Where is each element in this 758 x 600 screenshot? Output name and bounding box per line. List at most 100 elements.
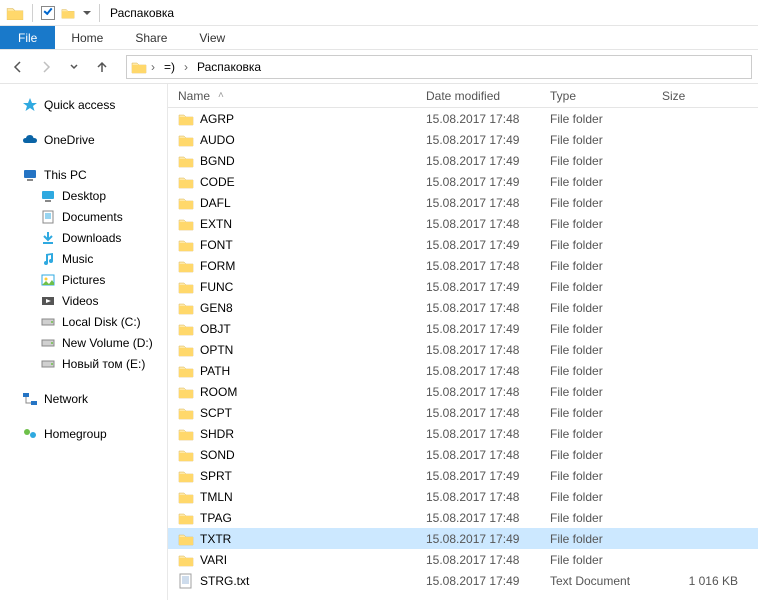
- documents-icon: [40, 209, 56, 225]
- nav-documents[interactable]: Documents: [0, 206, 167, 227]
- nav-onedrive[interactable]: OneDrive: [0, 129, 167, 150]
- file-row[interactable]: TPAG15.08.2017 17:48File folder: [168, 507, 758, 528]
- file-name: SOND: [200, 448, 235, 462]
- folder-icon: [178, 258, 194, 274]
- nav-pictures[interactable]: Pictures: [0, 269, 167, 290]
- folder-icon: [178, 468, 194, 484]
- column-type[interactable]: Type: [540, 89, 652, 103]
- file-date: 15.08.2017 17:48: [416, 448, 540, 462]
- file-row[interactable]: ROOM15.08.2017 17:48File folder: [168, 381, 758, 402]
- qat-properties-icon[interactable]: [41, 6, 55, 20]
- file-type: File folder: [540, 385, 652, 399]
- file-type: File folder: [540, 196, 652, 210]
- file-name: OBJT: [200, 322, 231, 336]
- chevron-right-icon[interactable]: ›: [182, 56, 190, 78]
- nav-homegroup[interactable]: Homegroup: [0, 423, 167, 444]
- tab-file[interactable]: File: [0, 26, 55, 49]
- nav-network[interactable]: Network: [0, 388, 167, 409]
- file-type: File folder: [540, 322, 652, 336]
- file-row[interactable]: TMLN15.08.2017 17:48File folder: [168, 486, 758, 507]
- file-row[interactable]: AGRP15.08.2017 17:48File folder: [168, 108, 758, 129]
- file-row[interactable]: GEN815.08.2017 17:48File folder: [168, 297, 758, 318]
- file-row[interactable]: OPTN15.08.2017 17:48File folder: [168, 339, 758, 360]
- file-row[interactable]: SOND 15.08.2017 17:48File folder: [168, 444, 758, 465]
- nav-downloads[interactable]: Downloads: [0, 227, 167, 248]
- sort-asc-icon: ˄: [218, 90, 224, 101]
- nav-label: This PC: [44, 168, 87, 182]
- file-name: AUDO: [200, 133, 235, 147]
- nav-drive[interactable]: Local Disk (C:): [0, 311, 167, 332]
- file-type: File folder: [540, 112, 652, 126]
- nav-videos[interactable]: Videos: [0, 290, 167, 311]
- videos-icon: [40, 293, 56, 309]
- desktop-icon: [40, 188, 56, 204]
- ribbon: File Home Share View: [0, 26, 758, 50]
- nav-label: Новый том (E:): [62, 357, 145, 371]
- column-size[interactable]: Size: [652, 89, 758, 103]
- file-row[interactable]: BGND15.08.2017 17:49File folder: [168, 150, 758, 171]
- forward-button[interactable]: [34, 55, 58, 79]
- up-button[interactable]: [90, 55, 114, 79]
- file-date: 15.08.2017 17:49: [416, 280, 540, 294]
- file-name: FORM: [200, 259, 235, 273]
- tab-home[interactable]: Home: [55, 26, 119, 49]
- file-row[interactable]: FORM15.08.2017 17:48File folder: [168, 255, 758, 276]
- file-row[interactable]: SCPT15.08.2017 17:48File folder: [168, 402, 758, 423]
- file-row[interactable]: TXTR15.08.2017 17:49File folder: [168, 528, 758, 549]
- file-row[interactable]: FONT15.08.2017 17:49File folder: [168, 234, 758, 255]
- nav-desktop[interactable]: Desktop: [0, 185, 167, 206]
- nav-music[interactable]: Music: [0, 248, 167, 269]
- qat-newfolder-icon[interactable]: [61, 6, 75, 20]
- file-row[interactable]: CODE15.08.2017 17:49File folder: [168, 171, 758, 192]
- file-row[interactable]: FUNC15.08.2017 17:49File folder: [168, 276, 758, 297]
- window-title: Распаковка: [110, 6, 174, 20]
- breadcrumb-item[interactable]: =): [159, 56, 180, 78]
- folder-icon: [178, 111, 194, 127]
- file-row[interactable]: AUDO15.08.2017 17:49File folder: [168, 129, 758, 150]
- file-date: 15.08.2017 17:48: [416, 301, 540, 315]
- file-type: File folder: [540, 427, 652, 441]
- file-row[interactable]: SPRT15.08.2017 17:49File folder: [168, 465, 758, 486]
- folder-icon: [178, 216, 194, 232]
- file-type: File folder: [540, 448, 652, 462]
- back-button[interactable]: [6, 55, 30, 79]
- file-row[interactable]: STRG.txt15.08.2017 17:49Text Document1 0…: [168, 570, 758, 591]
- file-row[interactable]: VARI15.08.2017 17:48File folder: [168, 549, 758, 570]
- recent-dropdown-icon[interactable]: [62, 55, 86, 79]
- music-icon: [40, 251, 56, 267]
- file-date: 15.08.2017 17:48: [416, 427, 540, 441]
- column-name[interactable]: Name˄: [168, 89, 416, 103]
- file-name: SHDR: [200, 427, 234, 441]
- file-row[interactable]: SHDR 15.08.2017 17:48File folder: [168, 423, 758, 444]
- nav-label: Documents: [62, 210, 123, 224]
- file-type: File folder: [540, 511, 652, 525]
- cloud-icon: [22, 132, 38, 148]
- breadcrumb-item[interactable]: Распаковка: [192, 56, 266, 78]
- network-icon: [22, 391, 38, 407]
- file-row[interactable]: OBJT15.08.2017 17:49File folder: [168, 318, 758, 339]
- file-type: File folder: [540, 154, 652, 168]
- tab-view[interactable]: View: [183, 26, 241, 49]
- file-type: File folder: [540, 406, 652, 420]
- nav-this-pc[interactable]: This PC: [0, 164, 167, 185]
- folder-icon: [131, 59, 147, 75]
- file-row[interactable]: DAFL15.08.2017 17:48File folder: [168, 192, 758, 213]
- file-type: File folder: [540, 343, 652, 357]
- nav-quick-access[interactable]: Quick access: [0, 94, 167, 115]
- qat-dropdown-icon[interactable]: [83, 11, 91, 15]
- tab-share[interactable]: Share: [119, 26, 183, 49]
- file-row[interactable]: EXTN15.08.2017 17:48File folder: [168, 213, 758, 234]
- breadcrumb[interactable]: › =) › Распаковка: [126, 55, 752, 79]
- chevron-right-icon[interactable]: ›: [149, 56, 157, 78]
- nav-label: Pictures: [62, 273, 105, 287]
- folder-icon: [178, 153, 194, 169]
- nav-drive[interactable]: Новый том (E:): [0, 353, 167, 374]
- file-date: 15.08.2017 17:48: [416, 406, 540, 420]
- folder-icon: [178, 279, 194, 295]
- file-row[interactable]: PATH15.08.2017 17:48File folder: [168, 360, 758, 381]
- folder-icon: [178, 531, 194, 547]
- column-date[interactable]: Date modified: [416, 89, 540, 103]
- file-name: VARI: [200, 553, 227, 567]
- nav-label: Videos: [62, 294, 98, 308]
- nav-drive[interactable]: New Volume (D:): [0, 332, 167, 353]
